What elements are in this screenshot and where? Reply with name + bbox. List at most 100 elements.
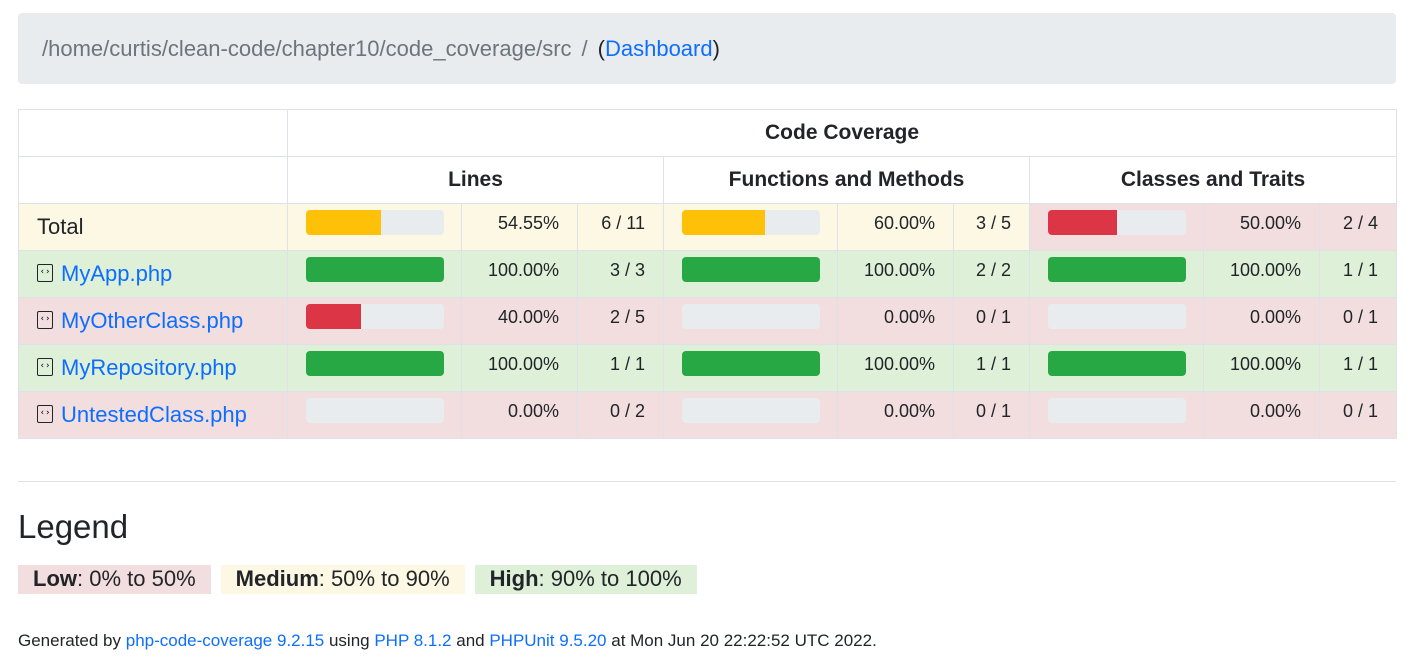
- classes-bar-cell: [1029, 344, 1204, 392]
- classes-percent-cell: 50.00%: [1203, 203, 1320, 251]
- total-label: Total: [37, 214, 84, 239]
- classes-percent-cell: 100.00%: [1203, 250, 1320, 298]
- lines-percent: 100.00%: [487, 353, 559, 374]
- functions-ratio: 0 / 1: [975, 306, 1011, 327]
- functions-percent-cell: 0.00%: [837, 297, 954, 345]
- classes-percent: 50.00%: [1239, 212, 1301, 233]
- phpunit-link[interactable]: PHPUnit 9.5.20: [489, 631, 606, 650]
- legend-medium-label: Medium: [235, 566, 319, 591]
- functions-ratio-cell: 1 / 1: [953, 344, 1030, 392]
- functions-progress-bar: [682, 350, 820, 376]
- breadcrumb-separator: /: [581, 35, 588, 61]
- file-code-icon: ‹›: [37, 263, 53, 282]
- file-link[interactable]: MyApp.php: [61, 262, 172, 287]
- header-functions-methods: Functions and Methods: [663, 156, 1030, 204]
- legend-title: Legend: [18, 508, 129, 545]
- classes-ratio-cell: 0 / 1: [1318, 297, 1398, 345]
- file-code-icon: ‹›: [37, 404, 53, 423]
- table-row: ‹› MyOtherClass.php 40.00% 2 / 5 0.00% 0 / 1 0…: [18, 297, 1398, 345]
- php-link[interactable]: PHP 8.1.2: [374, 631, 451, 650]
- functions-percent: 0.00%: [883, 400, 935, 421]
- classes-ratio: 0 / 1: [1343, 400, 1379, 421]
- lines-progress-fill: [306, 350, 444, 376]
- lines-percent-cell: 54.55%: [461, 203, 578, 251]
- breadcrumb: /home/curtis/clean-code/chapter10/code_c…: [18, 13, 1396, 84]
- file-link[interactable]: MyOtherClass.php: [61, 309, 243, 334]
- lines-ratio-cell: 0 / 2: [577, 391, 664, 439]
- classes-progress-bar: [1048, 397, 1186, 423]
- divider: [18, 481, 1396, 482]
- functions-percent-cell: 100.00%: [837, 250, 954, 298]
- lines-bar-cell: [287, 344, 462, 392]
- functions-ratio-cell: 0 / 1: [953, 297, 1030, 345]
- file-link[interactable]: MyRepository.php: [61, 356, 237, 381]
- classes-percent-cell: 0.00%: [1203, 391, 1320, 439]
- file-link[interactable]: UntestedClass.php: [61, 403, 247, 428]
- header-code-coverage: Code Coverage: [286, 109, 1398, 157]
- lines-ratio: 3 / 3: [609, 259, 645, 280]
- row-name-cell: ‹› MyOtherClass.php: [18, 297, 288, 345]
- classes-progress-fill: [1048, 350, 1186, 376]
- functions-progress-bar: [682, 256, 820, 282]
- functions-progress-bar: [682, 397, 820, 423]
- lines-progress-fill: [306, 303, 362, 329]
- lines-bar-cell: [287, 391, 462, 439]
- classes-progress-fill: [1048, 256, 1186, 282]
- classes-percent: 100.00%: [1229, 259, 1301, 280]
- dashboard-link[interactable]: Dashboard: [605, 36, 713, 62]
- functions-bar-cell: [663, 203, 838, 251]
- legend-high: High: 90% to 100%: [474, 565, 697, 594]
- functions-progress-fill: [682, 256, 820, 282]
- lines-ratio: 1 / 1: [609, 353, 645, 374]
- table-row: Total 54.55% 6 / 11 60.00% 3 / 5 50.00% 2 / 4: [18, 203, 1398, 251]
- lines-percent-cell: 40.00%: [461, 297, 578, 345]
- breadcrumb-path: /home/curtis/clean-code/chapter10/code_c…: [42, 35, 572, 61]
- functions-ratio: 3 / 5: [975, 212, 1011, 233]
- classes-progress-bar: [1048, 256, 1186, 282]
- lines-ratio-cell: 2 / 5: [577, 297, 664, 345]
- classes-ratio: 1 / 1: [1343, 353, 1379, 374]
- functions-ratio: 0 / 1: [975, 400, 1011, 421]
- functions-percent: 60.00%: [873, 212, 935, 233]
- lines-ratio: 0 / 2: [609, 400, 645, 421]
- classes-bar-cell: [1029, 297, 1204, 345]
- classes-ratio-cell: 1 / 1: [1318, 344, 1398, 392]
- functions-percent-cell: 60.00%: [837, 203, 954, 251]
- classes-percent: 100.00%: [1229, 353, 1301, 374]
- row-name-cell: ‹› UntestedClass.php: [18, 391, 288, 439]
- header-classes-traits: Classes and Traits: [1028, 156, 1398, 204]
- legend-low-range: : 0% to 50%: [77, 566, 196, 591]
- lines-ratio-cell: 6 / 11: [577, 203, 664, 251]
- functions-percent-cell: 0.00%: [837, 391, 954, 439]
- classes-percent: 0.00%: [1249, 306, 1301, 327]
- classes-percent: 0.00%: [1249, 400, 1301, 421]
- classes-progress-bar: [1048, 303, 1186, 329]
- lines-bar-cell: [287, 297, 462, 345]
- table-row: ‹› UntestedClass.php 0.00% 0 / 2 0.00% 0 / 1 0…: [18, 391, 1398, 439]
- functions-percent: 0.00%: [883, 306, 935, 327]
- classes-ratio-cell: 0 / 1: [1318, 391, 1398, 439]
- file-code-icon: ‹›: [37, 357, 53, 376]
- breadcrumb-open-paren: (: [597, 35, 605, 61]
- lines-progress-bar: [306, 303, 444, 329]
- lines-progress-bar: [306, 256, 444, 282]
- functions-ratio-cell: 2 / 2: [953, 250, 1030, 298]
- functions-ratio-cell: 0 / 1: [953, 391, 1030, 439]
- functions-bar-cell: [663, 344, 838, 392]
- lines-percent: 40.00%: [497, 306, 559, 327]
- header-lines: Lines: [287, 156, 664, 204]
- row-name-cell: ‹› MyRepository.php: [18, 344, 288, 392]
- classes-progress-fill: [1048, 209, 1117, 235]
- php-code-coverage-link[interactable]: php-code-coverage 9.2.15: [126, 631, 324, 650]
- header-empty-cell: [18, 109, 288, 157]
- table-row: ‹› MyApp.php 100.00% 3 / 3 100.00% 2 / 2 100.0…: [18, 250, 1398, 298]
- classes-progress-bar: [1048, 209, 1186, 235]
- lines-progress-bar: [306, 397, 444, 423]
- breadcrumb-close-paren: ): [712, 35, 720, 61]
- lines-progress-bar: [306, 209, 444, 235]
- header-empty-cell: [18, 156, 288, 204]
- lines-progress-bar: [306, 350, 444, 376]
- functions-ratio: 1 / 1: [975, 353, 1011, 374]
- footer-using: using: [324, 631, 375, 650]
- lines-ratio: 6 / 11: [601, 212, 645, 233]
